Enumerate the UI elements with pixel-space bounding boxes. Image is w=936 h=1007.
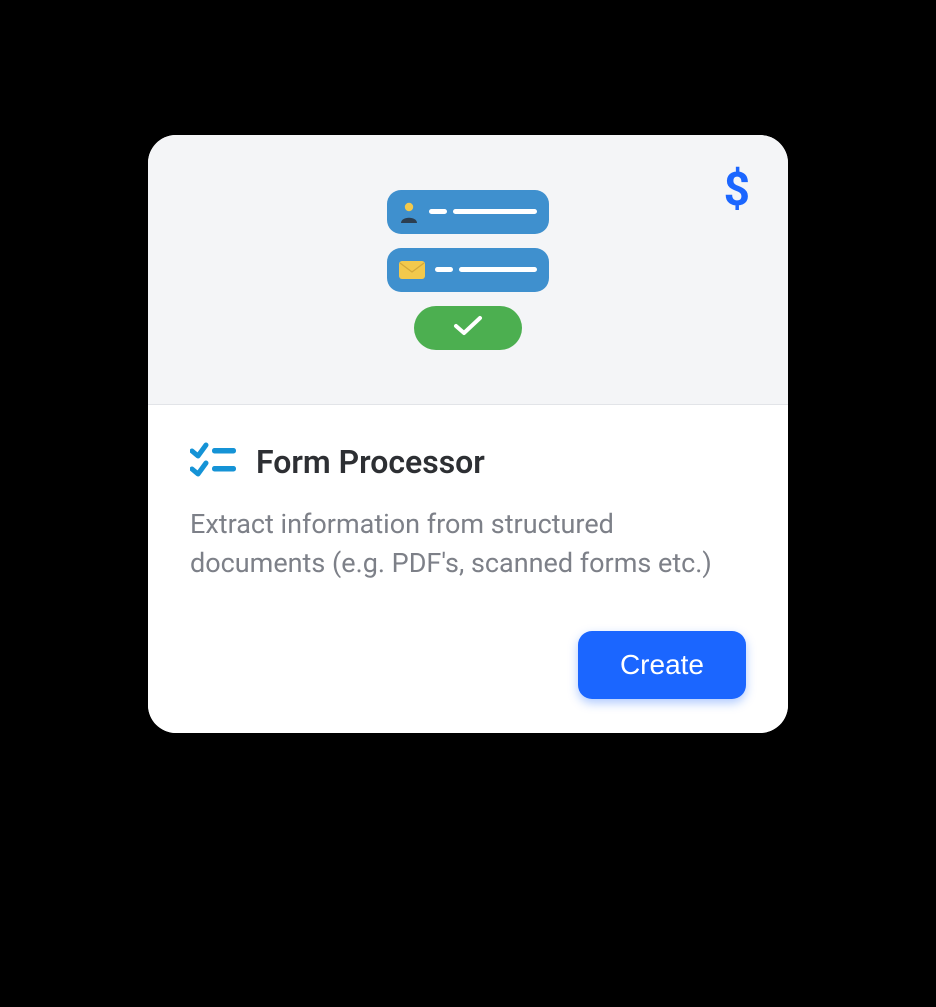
illustration-field-user [387, 190, 549, 234]
dollar-icon: $ [724, 163, 750, 217]
card-description: Extract information from structured docu… [190, 505, 746, 583]
illustration-confirm [414, 306, 522, 350]
title-row: Form Processor [190, 441, 746, 483]
card-footer: Create [190, 631, 746, 699]
form-processor-card: $ [148, 135, 788, 733]
user-icon [399, 201, 419, 223]
card-title: Form Processor [256, 443, 485, 481]
create-button[interactable]: Create [578, 631, 746, 699]
card-body: Form Processor Extract information from … [148, 405, 788, 733]
form-illustration [387, 190, 549, 350]
checklist-icon [190, 441, 238, 483]
mail-icon [399, 261, 425, 279]
card-hero: $ [148, 135, 788, 405]
check-icon [453, 315, 483, 341]
illustration-field-mail [387, 248, 549, 292]
